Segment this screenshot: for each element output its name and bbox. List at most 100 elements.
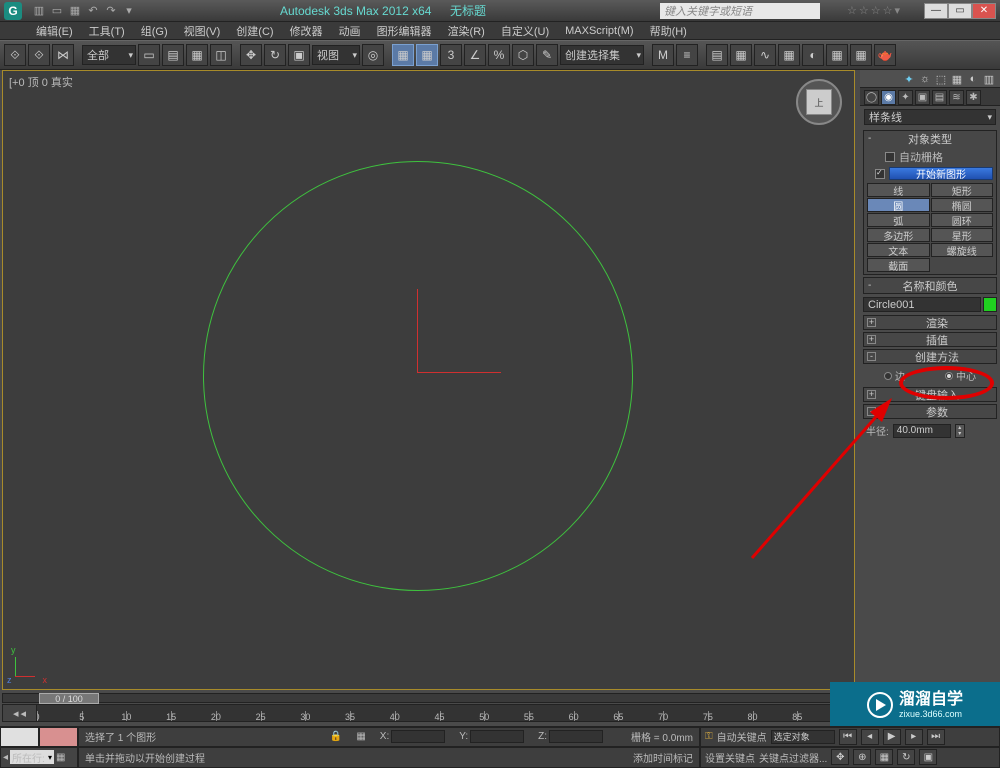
radius-spin-buttons[interactable]: ▴▾ [955, 424, 965, 438]
menu-edit[interactable]: 编辑(E) [28, 21, 81, 41]
open-icon[interactable]: ▭ [50, 4, 64, 18]
rotate-icon[interactable]: ↻ [264, 44, 286, 66]
helix-button[interactable]: 螺旋线 [931, 243, 994, 257]
select-window-icon[interactable]: ◫ [210, 44, 232, 66]
render-setup-icon[interactable]: ▦ [826, 44, 848, 66]
autokey-button[interactable]: 自动关键点 [717, 729, 767, 744]
spinner-snap-icon[interactable]: ⬡ [512, 44, 534, 66]
star-button[interactable]: 星形 [931, 228, 994, 242]
keyboard-shortcut-icon[interactable]: ▦ [416, 44, 438, 66]
rectangle-button[interactable]: 矩形 [931, 183, 994, 197]
edit-named-sel-icon[interactable]: ✎ [536, 44, 558, 66]
track-bar-prefix[interactable]: ◂◂ [3, 705, 37, 721]
star-icon[interactable]: ☆ [883, 4, 893, 17]
align-icon[interactable]: ≡ [676, 44, 698, 66]
menu-rendering[interactable]: 渲染(R) [440, 21, 493, 41]
text-button[interactable]: 文本 [867, 243, 930, 257]
start-new-shape-button[interactable]: 开始新图形 [889, 167, 993, 180]
nav-orbit-icon[interactable]: ↻ [897, 749, 915, 765]
prev-frame-icon[interactable]: ◂ [861, 729, 879, 745]
subcategory-combo[interactable]: 样条线 [864, 109, 996, 125]
close-button[interactable]: ✕ [972, 3, 996, 19]
arc-button[interactable]: 弧 [867, 213, 930, 227]
angle-snap-icon[interactable]: ∠ [464, 44, 486, 66]
qat-more-icon[interactable]: ▾ [122, 4, 136, 18]
menu-group[interactable]: 组(G) [133, 21, 176, 41]
layers-icon[interactable]: ▤ [706, 44, 728, 66]
shapes-tab-icon[interactable]: ◉ [881, 90, 896, 105]
object-color-swatch[interactable] [983, 297, 997, 312]
setkey-button[interactable]: 设置关键点 [705, 750, 755, 765]
spacewarps-tab-icon[interactable]: ≋ [949, 90, 964, 105]
nav-pan-icon[interactable]: ✥ [831, 749, 849, 765]
render-frame-icon[interactable]: ▦ [850, 44, 872, 66]
star-icon[interactable]: ☆ [871, 4, 881, 17]
keyboard-entry-rollup[interactable]: +键盘输入 [863, 387, 997, 402]
helpers-tab-icon[interactable]: ▤ [932, 90, 947, 105]
material-editor-icon[interactable]: ◐ [802, 44, 824, 66]
maximize-button[interactable]: ▭ [948, 3, 972, 19]
script-toggle-icon[interactable]: ◂ [3, 752, 8, 763]
star-icon[interactable]: ☆ [859, 4, 869, 17]
ref-coord-combo[interactable]: 视图 [312, 45, 360, 65]
select-name-icon[interactable]: ▤ [162, 44, 184, 66]
bind-icon[interactable]: ⋈ [52, 44, 74, 66]
nav-zoomext-icon[interactable]: ▦ [875, 749, 893, 765]
select-icon[interactable]: ▭ [138, 44, 160, 66]
percent-snap-icon[interactable]: % [488, 44, 510, 66]
edge-radio[interactable]: 边 [884, 368, 905, 383]
geometry-tab-icon[interactable]: ◯ [864, 90, 879, 105]
link-icon[interactable]: ⟐ [4, 44, 26, 66]
isolate-icon[interactable]: ▦ [356, 731, 365, 742]
time-ruler[interactable]: ◂◂ 051015202530354045505560657075808590 … [2, 704, 855, 722]
viewcube[interactable]: 上 [796, 79, 842, 125]
time-slider[interactable]: 0 / 100 [2, 693, 855, 703]
startnewshape-checkbox[interactable] [875, 169, 885, 179]
compass-icon[interactable]: ✦ [902, 72, 916, 86]
menu-create[interactable]: 创建(C) [228, 21, 281, 41]
selection-filter-combo[interactable]: 全部 [82, 45, 136, 65]
systems-tab-icon[interactable]: ✱ [966, 90, 981, 105]
undo-icon[interactable]: ↶ [86, 4, 100, 18]
circle-button[interactable]: 圆 [867, 198, 930, 212]
z-input[interactable] [549, 730, 603, 743]
nav-maximize-icon[interactable]: ▣ [919, 749, 937, 765]
menu-modifiers[interactable]: 修改器 [282, 21, 331, 41]
select-rect-icon[interactable]: ▦ [186, 44, 208, 66]
name-color-header[interactable]: -名称和颜色 [864, 278, 996, 293]
keyfilter-button[interactable]: 关键点过滤器... [759, 750, 827, 765]
object-type-header[interactable]: -对象类型 [864, 131, 996, 146]
script-output[interactable] [39, 727, 78, 747]
script-mini-listener[interactable] [0, 727, 39, 747]
curve-editor-icon[interactable]: ∿ [754, 44, 776, 66]
menu-animation[interactable]: 动画 [331, 21, 369, 41]
menu-help[interactable]: 帮助(H) [642, 21, 695, 41]
radius-spinner[interactable]: 40.0mm [893, 424, 951, 438]
play-icon[interactable]: ▶ [883, 729, 901, 745]
section-button[interactable]: 截面 [867, 258, 930, 272]
snap-toggle-icon[interactable]: 3 [440, 44, 462, 66]
render-icon[interactable]: 🫖 [874, 44, 896, 66]
menu-tools[interactable]: 工具(T) [81, 21, 133, 41]
viewport-label[interactable]: [+0 顶 0 真实 [9, 74, 73, 90]
menu-maxscript[interactable]: MAXScript(M) [557, 23, 641, 39]
tool1-icon[interactable]: ⬚ [934, 72, 948, 86]
schematic-icon[interactable]: ▦ [778, 44, 800, 66]
donut-button[interactable]: 圆环 [931, 213, 994, 227]
menu-views[interactable]: 视图(V) [176, 21, 229, 41]
move-icon[interactable]: ✥ [240, 44, 262, 66]
rendering-rollup[interactable]: +渲染 [863, 315, 997, 330]
goto-end-icon[interactable]: ⏭ [927, 729, 945, 745]
mirror-icon[interactable]: M [652, 44, 674, 66]
autogrid-checkbox[interactable] [885, 152, 895, 162]
menu-grapheditors[interactable]: 图形编辑器 [369, 21, 440, 41]
add-time-tag[interactable]: 添加时间标记 [633, 750, 693, 765]
time-slider-thumb[interactable]: 0 / 100 [39, 693, 99, 704]
y-input[interactable] [470, 730, 524, 743]
nav-zoom-icon[interactable]: ⊕ [853, 749, 871, 765]
light-icon[interactable]: ☼ [918, 72, 932, 86]
interpolation-rollup[interactable]: +插值 [863, 332, 997, 347]
viewport-top[interactable]: [+0 顶 0 真实 上 y x z [2, 70, 855, 690]
next-frame-icon[interactable]: ▸ [905, 729, 923, 745]
lights-tab-icon[interactable]: ✦ [898, 90, 913, 105]
